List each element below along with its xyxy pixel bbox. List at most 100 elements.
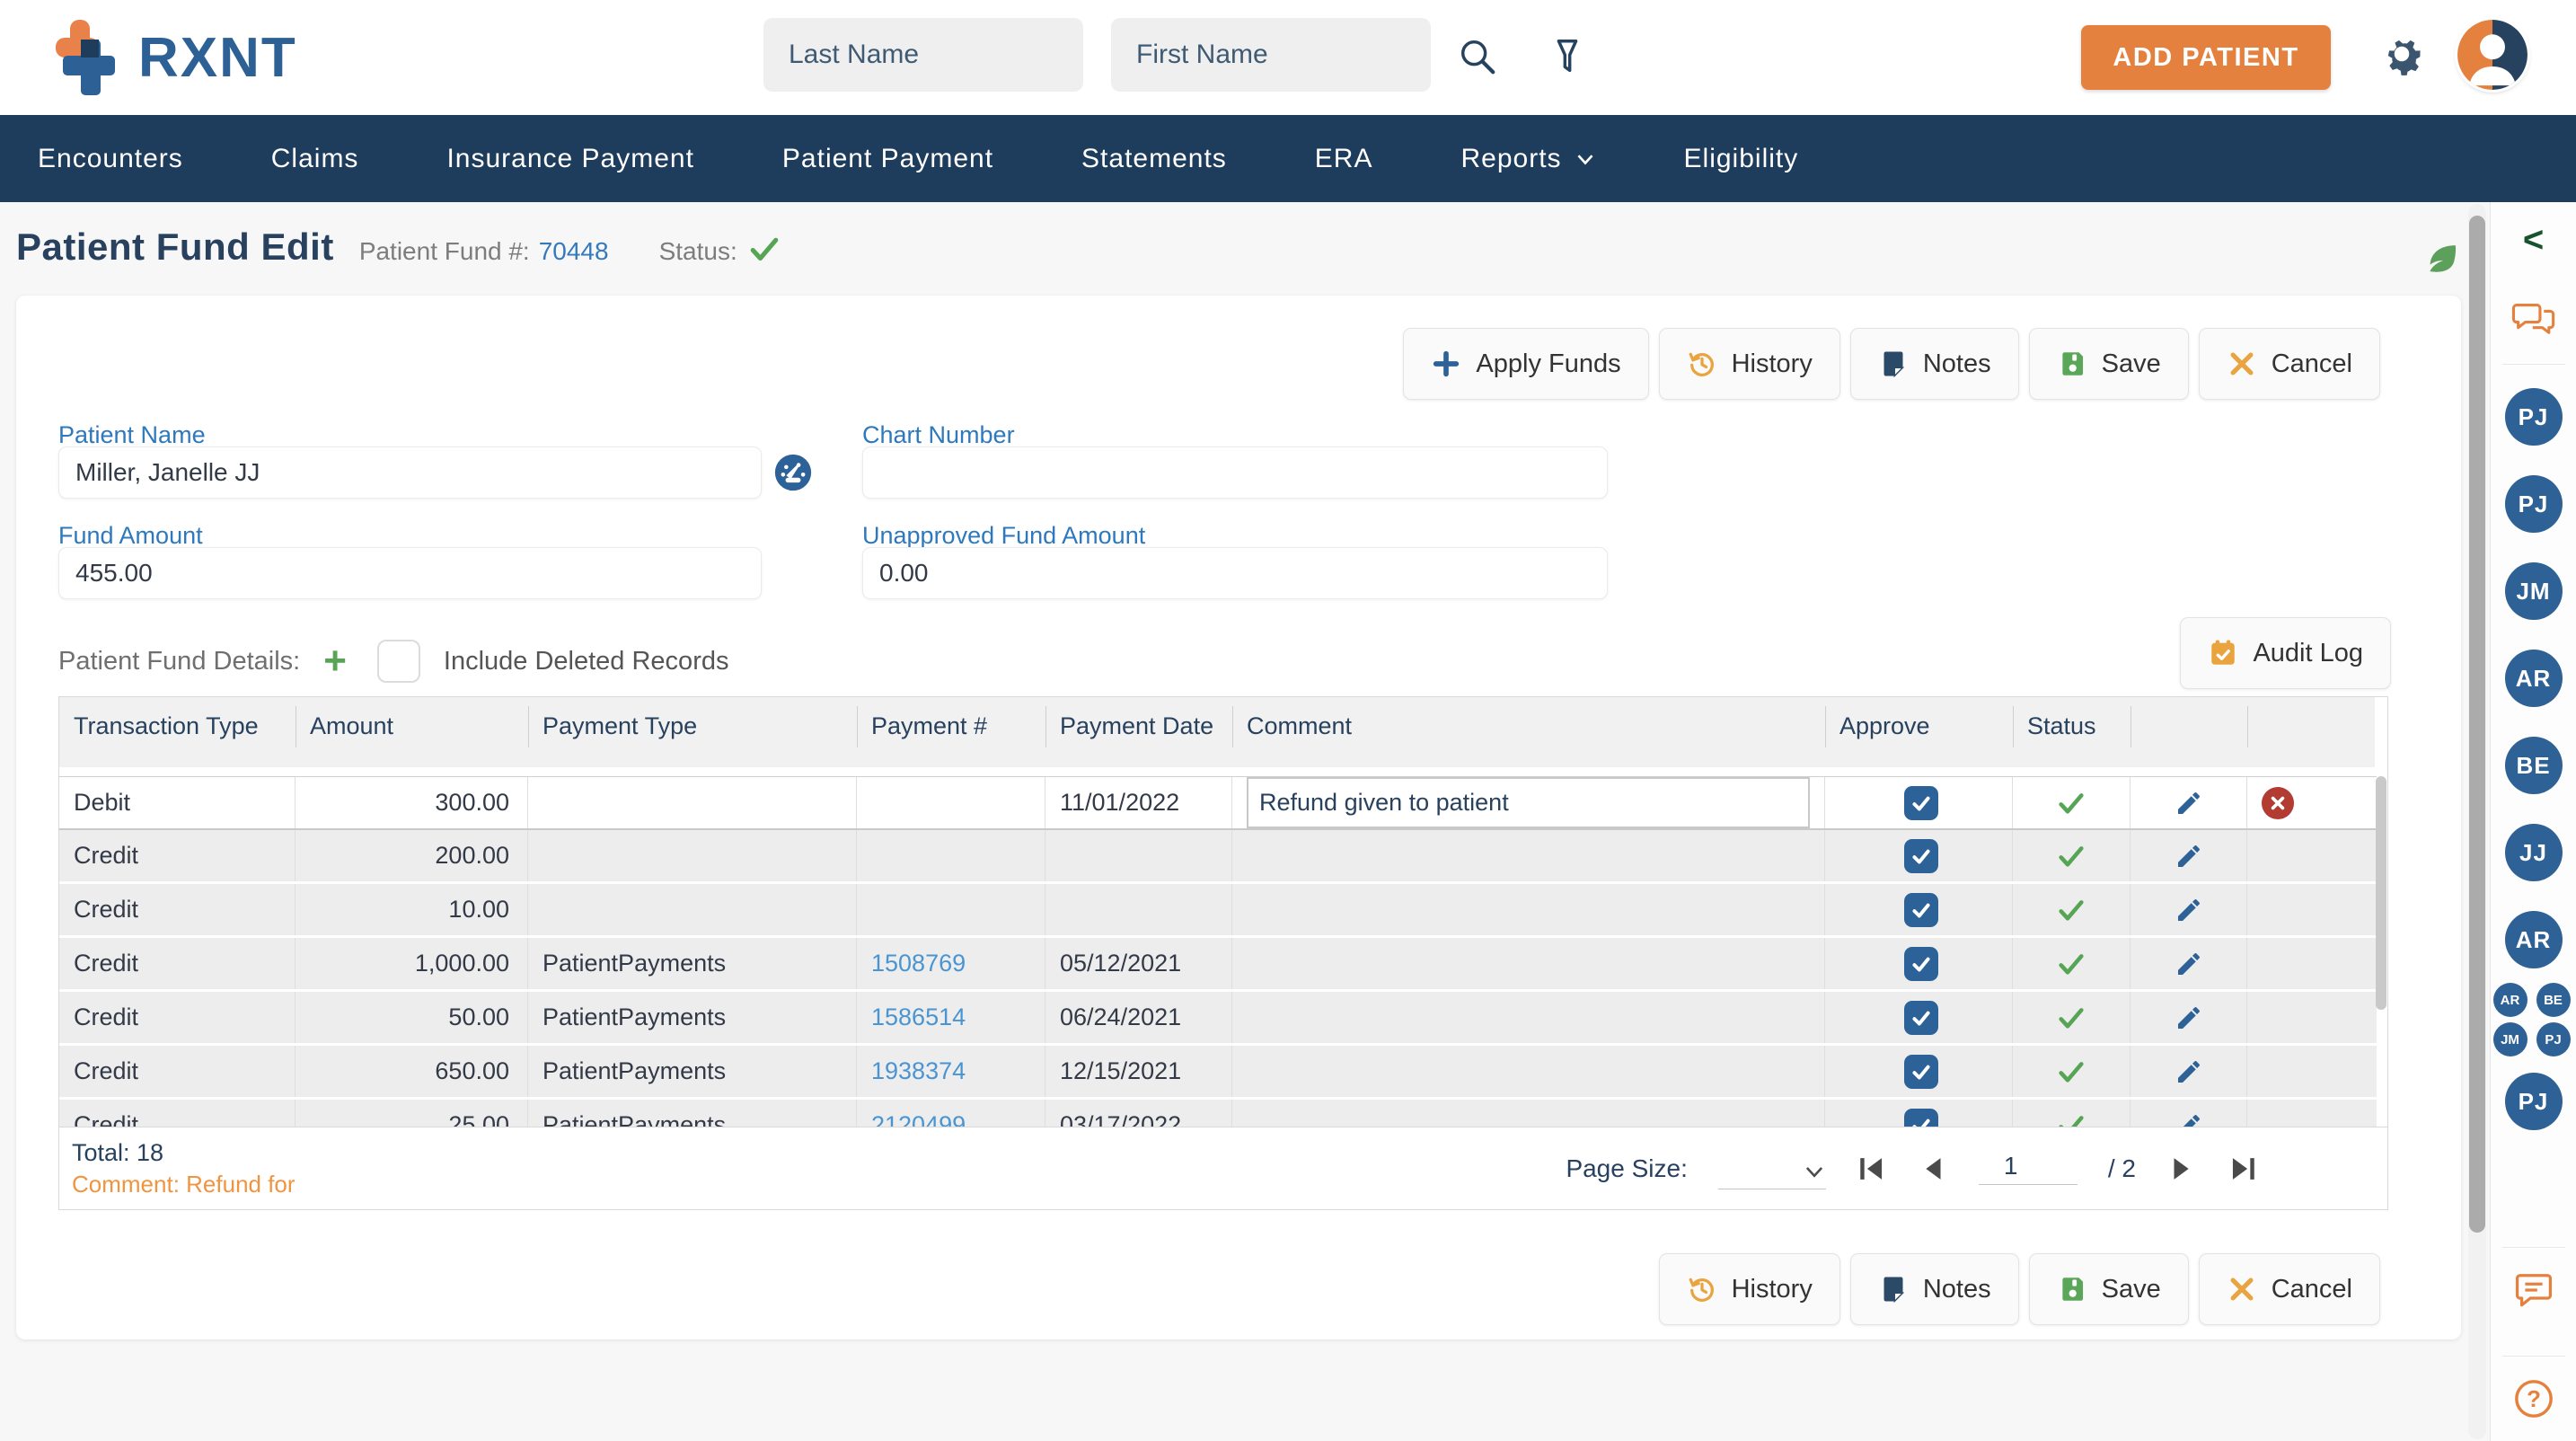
- approve-checkbox[interactable]: [1904, 785, 1938, 820]
- avatar-jj[interactable]: JJ: [2504, 824, 2563, 881]
- nav-item-eligibility[interactable]: Eligibility: [1684, 144, 1799, 174]
- content-area: Patient Fund Edit Patient Fund #: 70448 …: [0, 202, 2466, 1441]
- delete-icon[interactable]: [2262, 786, 2294, 819]
- avatar-small-pj[interactable]: PJ: [2536, 1022, 2571, 1056]
- main-scrollbar-track[interactable]: [2468, 204, 2486, 1439]
- cell-payment-date: [1045, 884, 1232, 935]
- avatar-ar[interactable]: AR: [2504, 911, 2563, 968]
- notes-button[interactable]: Notes: [1849, 328, 2019, 400]
- history-button[interactable]: History: [1658, 1253, 1840, 1325]
- edit-pencil-icon[interactable]: [2175, 789, 2203, 818]
- cell-delete: [2247, 938, 2377, 989]
- edit-pencil-icon[interactable]: [2175, 1057, 2203, 1086]
- apply-funds-button[interactable]: Apply Funds: [1403, 328, 1649, 400]
- payment-number-link[interactable]: 2120499: [871, 1111, 966, 1127]
- payment-number-link[interactable]: 1938374: [871, 1057, 966, 1085]
- column-header-status: Status: [2013, 697, 2130, 767]
- approve-checkbox[interactable]: [1904, 1000, 1938, 1035]
- search-icon[interactable]: [1457, 36, 1498, 77]
- gauge-icon[interactable]: [772, 452, 814, 493]
- message-icon[interactable]: [2511, 1269, 2556, 1311]
- avatar-small-ar[interactable]: AR: [2492, 983, 2527, 1017]
- avatar-pj[interactable]: PJ: [2504, 475, 2563, 533]
- filter-icon[interactable]: [1547, 36, 1588, 77]
- table-row: Credit 10.00: [59, 884, 2377, 938]
- previous-page-icon[interactable]: [1918, 1154, 1948, 1184]
- approve-checkbox[interactable]: [1904, 892, 1938, 927]
- next-page-icon[interactable]: [2166, 1154, 2197, 1184]
- table-row: Credit 650.00 PatientPayments 1938374 12/15/…: [59, 1046, 2377, 1100]
- cell-edit: [2130, 884, 2247, 935]
- plus-icon: [1431, 349, 1461, 379]
- table-scrollbar-thumb[interactable]: [2376, 776, 2386, 1010]
- brand-text: RXNT: [138, 26, 297, 89]
- approve-checkbox[interactable]: [1904, 838, 1938, 873]
- gear-icon[interactable]: [2378, 31, 2425, 77]
- nav-item-encounters[interactable]: Encounters: [38, 144, 183, 174]
- add-patient-button[interactable]: ADD PATIENT: [2081, 25, 2331, 90]
- main-scrollbar-thumb[interactable]: [2469, 216, 2485, 1233]
- user-avatar[interactable]: [2457, 20, 2527, 90]
- nav-item-claims[interactable]: Claims: [271, 144, 359, 174]
- approve-checkbox[interactable]: [1904, 946, 1938, 981]
- patient-name-field[interactable]: [58, 446, 762, 499]
- avatar-pj-bottom[interactable]: PJ: [2504, 1073, 2563, 1130]
- collapse-sidebar-icon[interactable]: <: [2523, 222, 2544, 258]
- approve-checkbox[interactable]: [1904, 1108, 1938, 1127]
- nav-item-reports[interactable]: Reports: [1460, 144, 1595, 174]
- rxnt-logo[interactable]: RXNT: [52, 16, 297, 99]
- last-page-icon[interactable]: [2228, 1154, 2258, 1184]
- comment-input[interactable]: Refund given to patient: [1247, 777, 1810, 828]
- edit-pencil-icon[interactable]: [2175, 896, 2203, 924]
- avatar-ar[interactable]: AR: [2504, 650, 2563, 707]
- cell-approve: [1825, 884, 2013, 935]
- history-button[interactable]: History: [1658, 328, 1840, 400]
- audit-log-button[interactable]: Audit Log: [2180, 617, 2391, 689]
- patient-fund-card: Apply Funds History Notes Save Cancel Patien…: [16, 296, 2461, 1339]
- sidebar-divider-bottom: [2501, 1247, 2565, 1248]
- edit-pencil-icon[interactable]: [2175, 842, 2203, 871]
- last-name-search-input[interactable]: [763, 18, 1083, 92]
- cell-payment-type: [528, 830, 857, 881]
- cancel-button[interactable]: Cancel: [2198, 328, 2380, 400]
- notes-button[interactable]: Notes: [1849, 1253, 2019, 1325]
- cell-delete: [2247, 1046, 2377, 1097]
- chat-bubbles-icon[interactable]: [2510, 299, 2557, 340]
- avatar-pj[interactable]: PJ: [2504, 388, 2563, 446]
- unapproved-fund-amount-field[interactable]: [862, 547, 1608, 599]
- payment-number-link[interactable]: 1586514: [871, 1003, 966, 1031]
- page-size-select[interactable]: [1717, 1148, 1826, 1189]
- save-button[interactable]: Save: [2028, 1253, 2189, 1325]
- leaf-icon[interactable]: [2423, 240, 2461, 278]
- payment-number-link[interactable]: 1508769: [871, 950, 966, 977]
- approve-checkbox[interactable]: [1904, 1054, 1938, 1089]
- edit-pencil-icon[interactable]: [2175, 950, 2203, 978]
- current-page-input[interactable]: [1978, 1152, 2078, 1185]
- help-icon[interactable]: ?: [2511, 1378, 2556, 1419]
- add-fund-detail-icon[interactable]: +: [323, 641, 347, 681]
- avatar-jm[interactable]: JM: [2504, 562, 2563, 620]
- nav-item-statements[interactable]: Statements: [1081, 144, 1227, 174]
- nav-item-insurance-payment[interactable]: Insurance Payment: [446, 144, 693, 174]
- cell-transaction-type: Credit: [59, 938, 296, 989]
- fund-amount-field[interactable]: [58, 547, 762, 599]
- first-name-search-input[interactable]: [1111, 18, 1431, 92]
- edit-pencil-icon[interactable]: [2175, 1003, 2203, 1032]
- cancel-button[interactable]: Cancel: [2198, 1253, 2380, 1325]
- nav-item-era[interactable]: ERA: [1315, 144, 1373, 174]
- nav-item-patient-payment[interactable]: Patient Payment: [782, 144, 993, 174]
- edit-pencil-icon[interactable]: [2175, 1111, 2203, 1127]
- include-deleted-checkbox[interactable]: [376, 640, 420, 683]
- save-button[interactable]: Save: [2028, 328, 2189, 400]
- avatar-small-jm[interactable]: JM: [2492, 1022, 2527, 1056]
- nav-item-label: Insurance Payment: [446, 143, 694, 173]
- avatar-be[interactable]: BE: [2504, 737, 2563, 794]
- table-body: Debit 300.00 11/01/2022 Refund given to pat…: [59, 776, 2387, 1127]
- first-page-icon[interactable]: [1857, 1154, 1887, 1184]
- avatar-small-be[interactable]: BE: [2536, 983, 2571, 1017]
- cell-payment-date: 05/12/2021: [1045, 938, 1232, 989]
- chart-number-field[interactable]: [862, 446, 1608, 499]
- bottom-toolbar: History Notes Save Cancel: [1658, 1253, 2380, 1325]
- cell-approve: [1825, 938, 2013, 989]
- button-label: Save: [2101, 1274, 2161, 1304]
